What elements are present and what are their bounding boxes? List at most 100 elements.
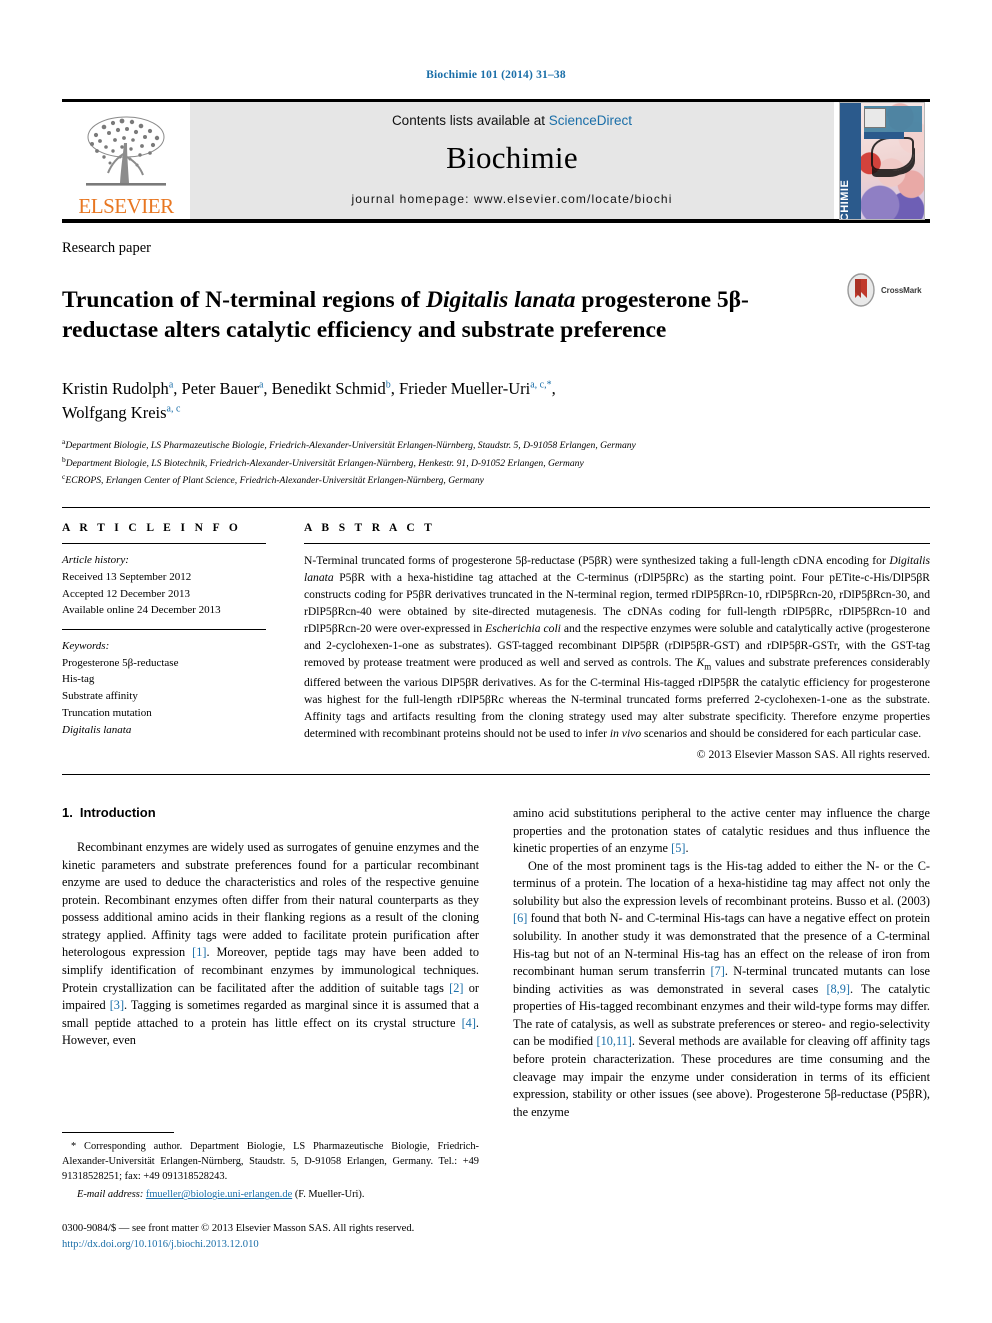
elsevier-wordmark: ELSEVIER (78, 194, 174, 218)
article-history-item: Accepted 12 December 2013 (62, 587, 190, 600)
footer-copyright: 0300-9084/$ — see front matter © 2013 El… (62, 1223, 415, 1235)
affiliation-text: Department Biologie, LS Pharmazeutische … (65, 440, 636, 452)
intro-paragraph-right-cont: amino acid substitutions peripheral to t… (513, 805, 930, 858)
abstract-column: A B S T R A C T N-Terminal truncated for… (296, 522, 930, 761)
intro-paragraph-right: One of the most prominent tags is the Hi… (513, 858, 930, 1122)
para-seg: amino acid substitutions peripheral to t… (513, 805, 930, 856)
elsevier-logo: ELSEVIER (62, 102, 190, 219)
intro-paragraph-left: Recombinant enzymes are widely used as s… (62, 839, 479, 1050)
author-name[interactable]: Peter Bauer (182, 379, 259, 398)
section-heading-introduction: 1. Introduction (62, 805, 479, 820)
right-column: amino acid substitutions peripheral to t… (513, 805, 930, 1275)
running-head: Biochimie 101 (2014) 31–38 (426, 69, 566, 81)
section-number: 1. (62, 804, 73, 820)
masthead-center: Contents lists available at ScienceDirec… (190, 102, 834, 219)
footer-doi-link[interactable]: http://dx.doi.org/10.1016/j.biochi.2013.… (62, 1237, 522, 1253)
author-list: Kristin Rudolpha, Peter Bauera, Benedikt… (62, 377, 930, 425)
title-part-1: Truncation of N-terminal regions of (62, 286, 426, 313)
cover-badge-icon (864, 107, 886, 128)
author-name[interactable]: Kristin Rudolph (62, 379, 169, 398)
crossmark-icon (847, 273, 875, 307)
info-abstract-block: A R T I C L E I N F O Article history: R… (62, 507, 930, 761)
abstract-species: Escherichia coli (485, 622, 561, 636)
cover-spine-text: BIOCHIMIE (839, 179, 851, 220)
citation-ref[interactable]: [6] (513, 911, 527, 925)
abstract-seg: scenarios and should be considered for e… (641, 726, 922, 740)
crossmark-badge-inner: CrossMark (844, 273, 922, 307)
abstract-heading: A B S T R A C T (304, 522, 436, 535)
keyword-item: Truncation mutation (62, 706, 152, 719)
article-history-label: Article history: (62, 554, 129, 567)
body-columns: 1. Introduction Recombinant enzymes are w… (62, 805, 930, 1275)
affiliation-item: aDepartment Biologie, LS Pharmazeutische… (62, 436, 930, 454)
journal-cover-cell: BIOCHIMIE (834, 101, 930, 220)
cover-bar (864, 131, 904, 139)
abstract-text: N-Terminal truncated forms of progestero… (304, 552, 930, 742)
article-history-item: Available online 24 December 2013 (62, 604, 221, 617)
citation-ref[interactable]: [10,11] (596, 1034, 631, 1048)
email-label: E-mail address: (77, 1189, 144, 1201)
title-species: Digitalis lanata (426, 286, 576, 313)
author-name[interactable]: Frieder Mueller-Uri (399, 379, 530, 398)
affiliation-item: bDepartment Biologie, LS Biotechnik, Fri… (62, 454, 930, 472)
sciencedirect-link[interactable]: ScienceDirect (549, 113, 632, 128)
article-page: Biochimie 101 (2014) 31–38 ELSEVIER Cont… (62, 0, 930, 1323)
keyword-item: Progesterone 5β-reductase (62, 656, 179, 669)
keyword-item: Digitalis lanata (62, 723, 132, 736)
abstract-invivo: in vivo (609, 726, 642, 740)
footnote-divider (62, 1132, 174, 1134)
footnote-email-line: E-mail address: fmueller@biologie.uni-er… (62, 1187, 479, 1203)
citation-ref[interactable]: [1] (192, 945, 206, 959)
para-seg: Recombinant enzymes are widely used as s… (62, 839, 479, 960)
journal-homepage[interactable]: journal homepage: www.elsevier.com/locat… (352, 192, 673, 206)
cover-spine: BIOCHIMIE (839, 102, 861, 220)
divider (304, 543, 930, 545)
author-sep: , (173, 379, 182, 399)
affiliation-item: cECROPS, Erlangen Center of Plant Scienc… (62, 471, 930, 489)
journal-masthead: ELSEVIER Contents lists available at Sci… (62, 99, 930, 223)
contents-prefix: Contents lists available at (391, 113, 549, 128)
author-sep: , (263, 379, 272, 399)
email-link[interactable]: fmueller@biologie.uni-erlangen.de (146, 1189, 292, 1200)
journal-cover-image: BIOCHIMIE (839, 101, 925, 220)
article-info-column: A R T I C L E I N F O Article history: R… (62, 522, 296, 761)
page-footer: 0300-9084/$ — see front matter © 2013 El… (62, 1221, 522, 1253)
abstract-copyright: © 2013 Elsevier Masson SAS. All rights r… (696, 747, 930, 761)
divider (62, 543, 266, 545)
abstract-seg: N-Terminal truncated forms of progestero… (304, 554, 890, 568)
author-name[interactable]: Benedikt Schmid (272, 379, 386, 398)
article-history-item: Received 13 September 2012 (62, 570, 192, 583)
article-info-heading: A R T I C L E I N F O (62, 522, 242, 535)
para-seg: . Tagging is sometimes regarded as margi… (62, 998, 479, 1030)
affiliation-text: ECROPS, Erlangen Center of Plant Science… (65, 475, 484, 487)
divider (62, 773, 930, 775)
affiliation-text: Department Biologie, LS Biotechnik, Frie… (65, 457, 584, 469)
author-name[interactable]: Wolfgang Kreis (62, 403, 167, 422)
author-sep: , (390, 379, 400, 399)
keyword-item: His-tag (62, 673, 95, 686)
elsevier-tree-icon (86, 116, 166, 186)
author-affil-marker: a, c (166, 403, 181, 415)
author-sep: , (551, 379, 556, 399)
para-seg: One of the most prominent tags is the Hi… (513, 858, 930, 908)
journal-title: Biochimie (446, 140, 578, 175)
email-owner: (F. Mueller-Uri). (294, 1189, 365, 1201)
citation-ref[interactable]: [7] (710, 964, 724, 978)
article-type: Research paper (62, 240, 151, 256)
crossmark-badge[interactable]: CrossMark (844, 269, 930, 307)
citation-ref[interactable]: [5] (671, 841, 685, 855)
affiliation-list: aDepartment Biologie, LS Pharmazeutische… (62, 436, 930, 489)
keyword-item: Substrate affinity (62, 690, 138, 703)
citation-ref[interactable]: [3] (110, 998, 124, 1012)
citation-ref[interactable]: [8,9] (826, 982, 850, 996)
citation-ref[interactable]: [4] (462, 1016, 476, 1030)
footnote-text: * Corresponding author. Department Biolo… (62, 1141, 479, 1183)
divider (62, 628, 266, 630)
citation-ref[interactable]: [2] (449, 981, 463, 995)
page-title: Truncation of N-terminal regions of Digi… (62, 285, 844, 346)
crossmark-label: CrossMark (881, 285, 922, 295)
left-column: 1. Introduction Recombinant enzymes are w… (62, 805, 479, 1275)
title-row: Truncation of N-terminal regions of Digi… (62, 269, 930, 361)
corresponding-author-footnote: * Corresponding author. Department Biolo… (62, 1132, 479, 1203)
contents-line: Contents lists available at ScienceDirec… (392, 113, 632, 128)
